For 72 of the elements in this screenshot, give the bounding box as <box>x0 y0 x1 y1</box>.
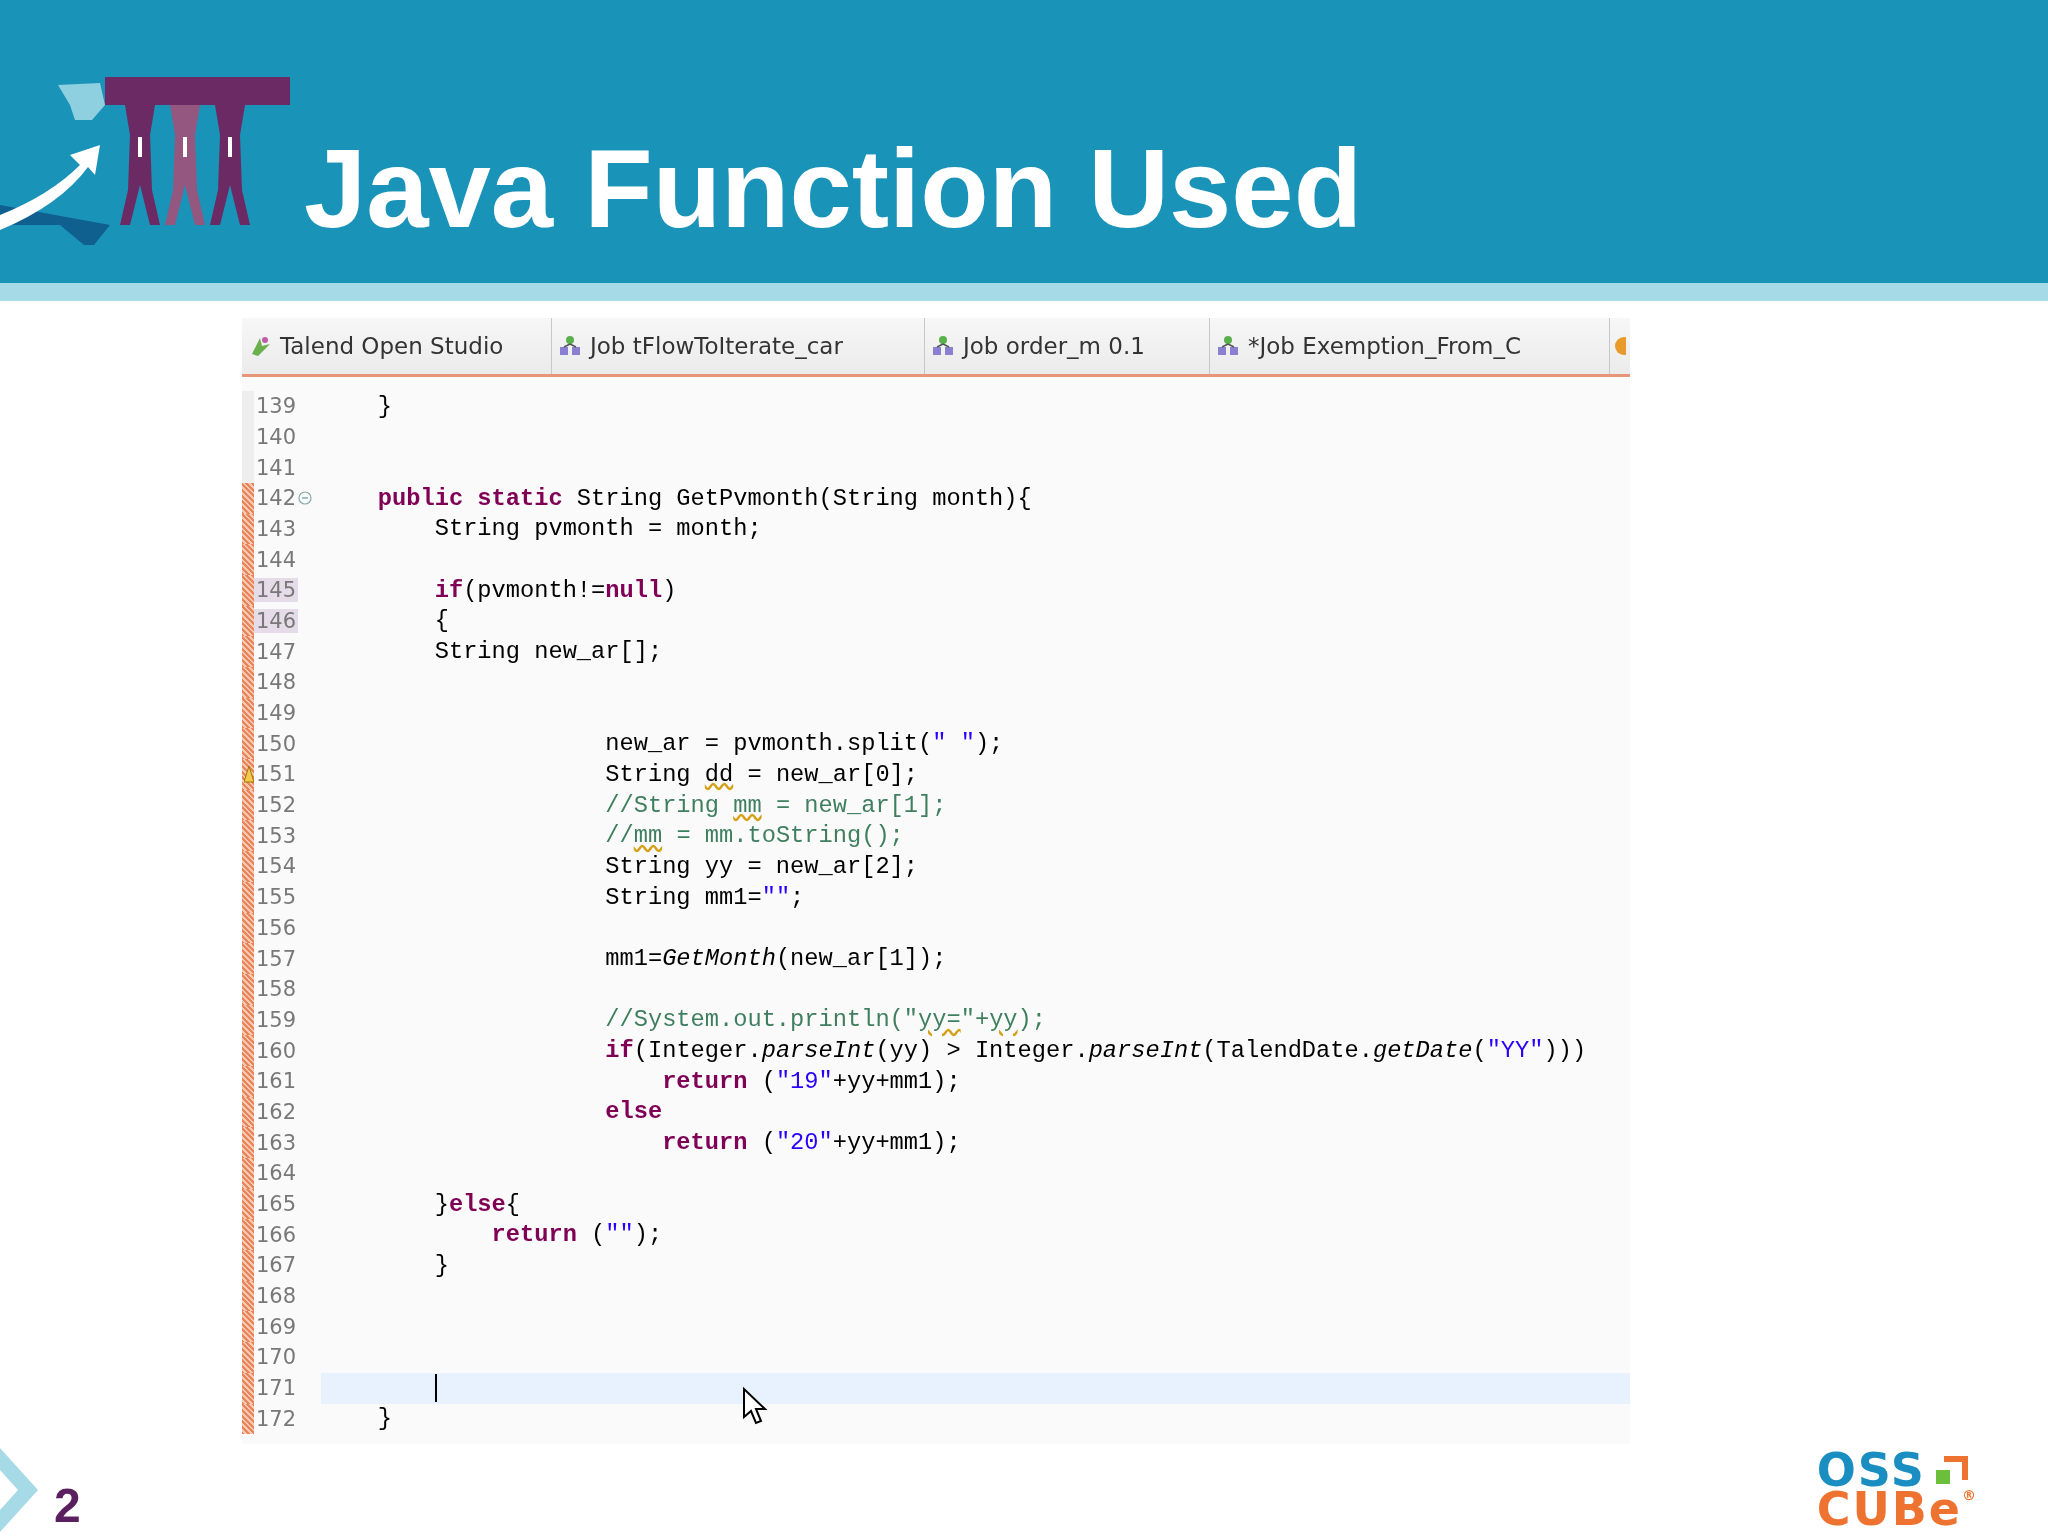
code-line: public static String GetPvmonth(String month){ <box>376 484 1032 512</box>
tab-icon <box>931 333 955 358</box>
code-line: } <box>376 392 393 420</box>
code-line: String yy = new_ar[2]; <box>604 852 919 880</box>
editor-tab[interactable]: Job order_m 0.1 <box>925 317 1210 374</box>
tab-icon <box>1216 333 1240 358</box>
line-number: 149 <box>255 701 298 726</box>
logo-text: OSS <box>1816 1451 1926 1491</box>
code-line: mm1=GetMonth(new_ar[1]); <box>604 945 947 973</box>
code-line: } <box>433 1251 449 1279</box>
code-line: return (""); <box>490 1221 663 1249</box>
editor-tab[interactable]: Job tFlowToIterate_car <box>552 317 925 374</box>
code-line: } <box>376 1405 393 1433</box>
line-number: 157 <box>255 946 298 971</box>
slide-title: Java Function Used <box>304 132 1363 245</box>
code-line: //mm = mm.toString(); <box>604 822 904 850</box>
code-line: String new_ar[]; <box>433 638 663 666</box>
line-number: 171 <box>255 1376 298 1401</box>
line-number: 164 <box>255 1161 298 1186</box>
line-number: 147 <box>255 639 298 664</box>
line-number: 153 <box>255 823 298 848</box>
line-number: 142 <box>255 486 298 511</box>
line-number: 159 <box>255 1007 298 1032</box>
editor-tab[interactable]: Talend Open Studio <box>242 317 552 374</box>
code-line: if(Integer.parseInt(yy) > Integer.parseInt(TalendDate.getDate("YY"))) <box>604 1037 1587 1065</box>
code-line: String mm1=""; <box>604 883 805 911</box>
text-cursor <box>434 1374 437 1403</box>
line-number: 156 <box>255 915 298 940</box>
line-number: 155 <box>255 885 298 910</box>
line-number: 140 <box>255 424 298 449</box>
logo-text: CUBe <box>1816 1490 1962 1530</box>
code-line: { <box>433 607 449 635</box>
editor-tab[interactable]: *Job Exemption_From_C <box>1210 317 1610 374</box>
line-number: 150 <box>255 731 298 756</box>
line-number: 166 <box>255 1222 298 1247</box>
code-line: else <box>604 1098 663 1126</box>
line-number: 163 <box>255 1130 298 1155</box>
line-number: 169 <box>255 1314 298 1339</box>
line-number: 160 <box>255 1038 298 1063</box>
tab-icon <box>558 333 582 358</box>
line-number: 146 <box>254 608 299 633</box>
line-number: 170 <box>255 1345 298 1370</box>
code-line: return ("19"+yy+mm1); <box>661 1067 961 1095</box>
line-number: 165 <box>255 1192 298 1217</box>
mouse-pointer-icon <box>742 1386 768 1425</box>
line-number: 154 <box>255 854 298 879</box>
line-number: 168 <box>255 1284 298 1309</box>
code-line: return ("20"+yy+mm1); <box>661 1129 961 1157</box>
line-number: 151 <box>255 762 298 787</box>
code-line: //String mm = new_ar[1]; <box>604 791 947 819</box>
line-number: 152 <box>255 793 298 818</box>
code-line: String dd = new_ar[0]; <box>604 760 919 788</box>
code-line: new_ar = pvmonth.split(" "); <box>604 730 1004 758</box>
line-number: 139 <box>255 394 298 419</box>
collapse-icon[interactable] <box>298 491 313 506</box>
line-number: 161 <box>255 1069 298 1094</box>
code-line: }else{ <box>433 1190 520 1218</box>
code-line: String pvmonth = month; <box>433 515 762 543</box>
line-number: 162 <box>255 1099 298 1124</box>
line-number: 158 <box>255 977 298 1002</box>
chevron-icon <box>0 1448 40 1533</box>
line-number: 145 <box>254 578 299 603</box>
code-line: //System.out.println("yy="+yy); <box>604 1006 1046 1034</box>
line-number: 144 <box>255 547 298 572</box>
code-line: if(pvmonth!=null) <box>433 576 677 604</box>
page-number: 2 <box>54 1477 81 1533</box>
line-number: 172 <box>255 1406 298 1431</box>
line-number: 148 <box>255 670 298 695</box>
registered-mark: ® <box>1962 1490 1978 1502</box>
line-number: 167 <box>255 1253 298 1278</box>
line-number: 143 <box>255 516 298 541</box>
line-number: 141 <box>255 455 298 480</box>
